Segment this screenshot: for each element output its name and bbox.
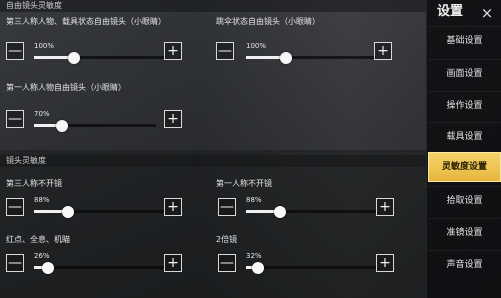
sidebar-item-pickup[interactable]: 拾取设置: [428, 186, 501, 214]
slider-knob[interactable]: [274, 206, 286, 218]
slider-red-dot-holo-iron: 红点、全息、机瞄 — 26% +: [6, 234, 206, 278]
sidebar-item-sound[interactable]: 声音设置: [428, 250, 501, 278]
section-header-camera: 镜头灵敏度: [0, 155, 426, 167]
minus-icon: —: [8, 255, 22, 271]
minus-icon: —: [220, 255, 234, 271]
slider-parachute-free-camera: 跳伞状态自由镜头（小眼睛） — 100% +: [216, 16, 416, 66]
plus-icon: +: [167, 43, 179, 59]
sidebar-item-crosshair[interactable]: 准镜设置: [428, 218, 501, 246]
settings-content: 自由镜头灵敏度 第三人称人物、载具状态自由镜头（小眼睛） — 100% + 跳伞…: [0, 0, 426, 298]
increase-button[interactable]: +: [374, 42, 392, 60]
slider-label: 第三人称不开镜: [6, 179, 62, 188]
sidebar-item-vehicle[interactable]: 载具设置: [428, 122, 501, 150]
slider-track[interactable]: [34, 56, 166, 59]
sidebar-item-basic[interactable]: 基础设置: [428, 26, 501, 54]
slider-third-person-free-camera: 第三人称人物、载具状态自由镜头（小眼睛） — 100% +: [6, 16, 206, 66]
minus-icon: —: [8, 199, 22, 215]
plus-icon: +: [377, 43, 389, 59]
slider-label: 2倍镜: [216, 235, 238, 244]
slider-track[interactable]: [246, 266, 376, 269]
close-icon[interactable]: ×: [478, 4, 496, 22]
slider-knob[interactable]: [252, 262, 264, 274]
minus-icon: —: [220, 199, 234, 215]
slider-first-person-no-scope: 第一人称不开镜 — 88% +: [216, 178, 416, 222]
plus-icon: +: [167, 255, 179, 271]
minus-icon: —: [8, 111, 22, 127]
section-title-camera: 镜头灵敏度: [6, 156, 46, 165]
increase-button[interactable]: +: [164, 42, 182, 60]
decrease-button[interactable]: —: [216, 42, 234, 60]
decrease-button[interactable]: —: [6, 110, 24, 128]
slider-label: 第一人称人物自由镜头（小眼睛）: [6, 83, 126, 92]
minus-icon: —: [8, 43, 22, 59]
slider-label: 红点、全息、机瞄: [6, 235, 70, 244]
slider-label: 第三人称人物、载具状态自由镜头（小眼睛）: [6, 17, 166, 26]
slider-track[interactable]: [34, 210, 164, 213]
plus-icon: +: [379, 255, 391, 271]
increase-button[interactable]: +: [376, 198, 394, 216]
slider-knob[interactable]: [42, 262, 54, 274]
slider-label: 跳伞状态自由镜头（小眼睛）: [216, 17, 320, 26]
slider-knob[interactable]: [280, 52, 292, 64]
sidebar-item-sensitivity[interactable]: 灵敏度设置: [428, 152, 501, 182]
plus-icon: +: [379, 199, 391, 215]
decrease-button[interactable]: —: [6, 254, 24, 272]
slider-first-person-free-camera: 第一人称人物自由镜头（小眼睛） — 70% +: [6, 82, 206, 132]
increase-button[interactable]: +: [164, 254, 182, 272]
section-header-free-camera: 自由镜头灵敏度: [0, 0, 426, 12]
decrease-button[interactable]: —: [6, 42, 24, 60]
increase-button[interactable]: +: [376, 254, 394, 272]
sidebar-item-graphics[interactable]: 画面设置: [428, 59, 501, 87]
increase-button[interactable]: +: [164, 198, 182, 216]
slider-2x-scope: 2倍镜 — 32% +: [216, 234, 416, 278]
minus-icon: —: [218, 43, 232, 59]
slider-value: 100%: [246, 42, 267, 50]
slider-label: 第一人称不开镜: [216, 179, 272, 188]
sidebar-item-controls[interactable]: 操作设置: [428, 91, 501, 119]
plus-icon: +: [167, 199, 179, 215]
slider-knob[interactable]: [68, 52, 80, 64]
slider-value: 88%: [246, 196, 262, 204]
slider-knob[interactable]: [62, 206, 74, 218]
slider-value: 32%: [246, 252, 262, 260]
slider-knob[interactable]: [56, 120, 68, 132]
slider-value: 100%: [34, 42, 55, 50]
decrease-button[interactable]: —: [218, 198, 236, 216]
slider-value: 26%: [34, 252, 50, 260]
decrease-button[interactable]: —: [6, 198, 24, 216]
slider-track[interactable]: [246, 210, 376, 213]
plus-icon: +: [167, 111, 179, 127]
slider-value: 88%: [34, 196, 50, 204]
increase-button[interactable]: +: [164, 110, 182, 128]
slider-value: 70%: [34, 110, 50, 118]
slider-track[interactable]: [34, 124, 156, 127]
section-title-free-camera: 自由镜头灵敏度: [6, 1, 62, 10]
decrease-button[interactable]: —: [218, 254, 236, 272]
slider-third-person-no-scope: 第三人称不开镜 — 88% +: [6, 178, 206, 222]
slider-track[interactable]: [246, 56, 376, 59]
